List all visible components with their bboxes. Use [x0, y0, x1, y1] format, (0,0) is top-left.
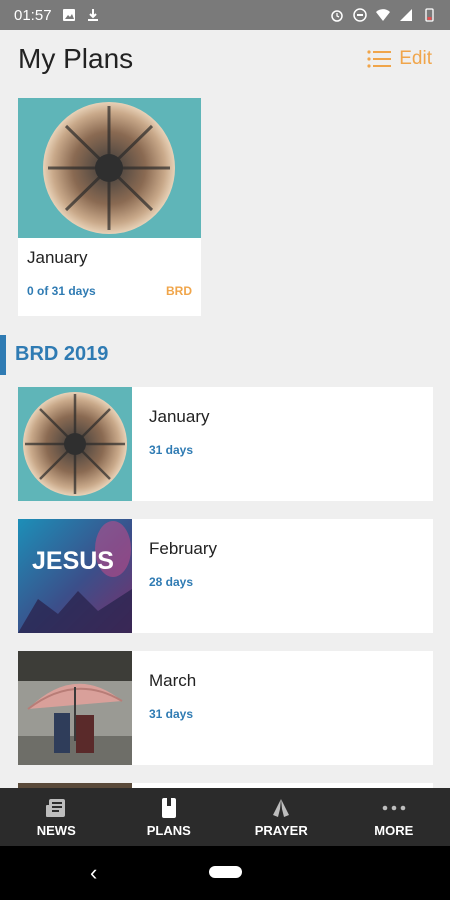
plan-thumbnail: [18, 387, 132, 501]
nav-plans-label: PLANS: [146, 822, 191, 838]
featured-plan-card[interactable]: January 0 of 31 days BRD: [18, 98, 201, 316]
section-accent-bar: [0, 335, 6, 375]
plan-name: March: [149, 671, 197, 690]
status-bar: 01:57: [0, 0, 450, 30]
nav-news-label: NEWS: [36, 822, 76, 838]
back-chevron-icon[interactable]: ‹: [90, 860, 97, 886]
page-title: My Plans: [18, 43, 134, 74]
plan-name: January: [149, 407, 210, 426]
plan-days: 28 days: [149, 575, 194, 589]
system-nav-bar: ‹: [0, 846, 450, 900]
plan-name: February: [149, 539, 218, 558]
nav-more-label: MORE: [374, 822, 414, 838]
jesus-thumb-text: JESUS: [32, 547, 114, 575]
featured-plan-badge: BRD: [166, 284, 192, 298]
battery-icon: [425, 8, 434, 22]
bottom-nav: NEWS PLANS PRAYER MORE: [0, 788, 450, 846]
do-not-disturb-icon: [353, 8, 367, 22]
download-notification-icon: [87, 9, 98, 21]
list-edit-icon: [367, 50, 392, 68]
section-title: BRD 2019: [15, 343, 109, 365]
praying-hands-icon: [268, 797, 294, 819]
nav-prayer-label: PRAYER: [254, 822, 308, 838]
alarm-icon: [331, 10, 343, 22]
nav-news[interactable]: NEWS: [0, 788, 113, 846]
edit-label: Edit: [399, 48, 432, 69]
book-icon: [156, 797, 182, 819]
news-icon: [43, 797, 69, 819]
signal-icon: [400, 9, 412, 21]
nav-more[interactable]: MORE: [338, 788, 450, 846]
wifi-icon: [376, 9, 390, 21]
plan-thumbnail: [18, 651, 132, 765]
plan-list-item-march[interactable]: March 31 days: [18, 651, 433, 765]
nav-plans[interactable]: PLANS: [113, 788, 226, 846]
home-pill[interactable]: [209, 866, 242, 878]
featured-plan-title: January: [27, 248, 88, 267]
featured-plan-image: [18, 98, 201, 238]
more-dots-icon: [381, 797, 407, 819]
app-header: My Plans Edit: [0, 30, 450, 88]
nav-prayer[interactable]: PRAYER: [225, 788, 338, 846]
featured-plan-progress: 0 of 31 days: [27, 284, 96, 298]
image-notification-icon: [62, 9, 75, 21]
plan-list-item-january[interactable]: January 31 days: [18, 387, 433, 501]
plan-list-item-february[interactable]: JESUS February 28 days: [18, 519, 433, 633]
plan-days: 31 days: [149, 707, 194, 721]
edit-button[interactable]: Edit: [367, 48, 432, 70]
status-time: 01:57: [14, 6, 52, 24]
plan-days: 31 days: [149, 443, 194, 457]
plan-thumbnail: JESUS: [18, 519, 132, 633]
